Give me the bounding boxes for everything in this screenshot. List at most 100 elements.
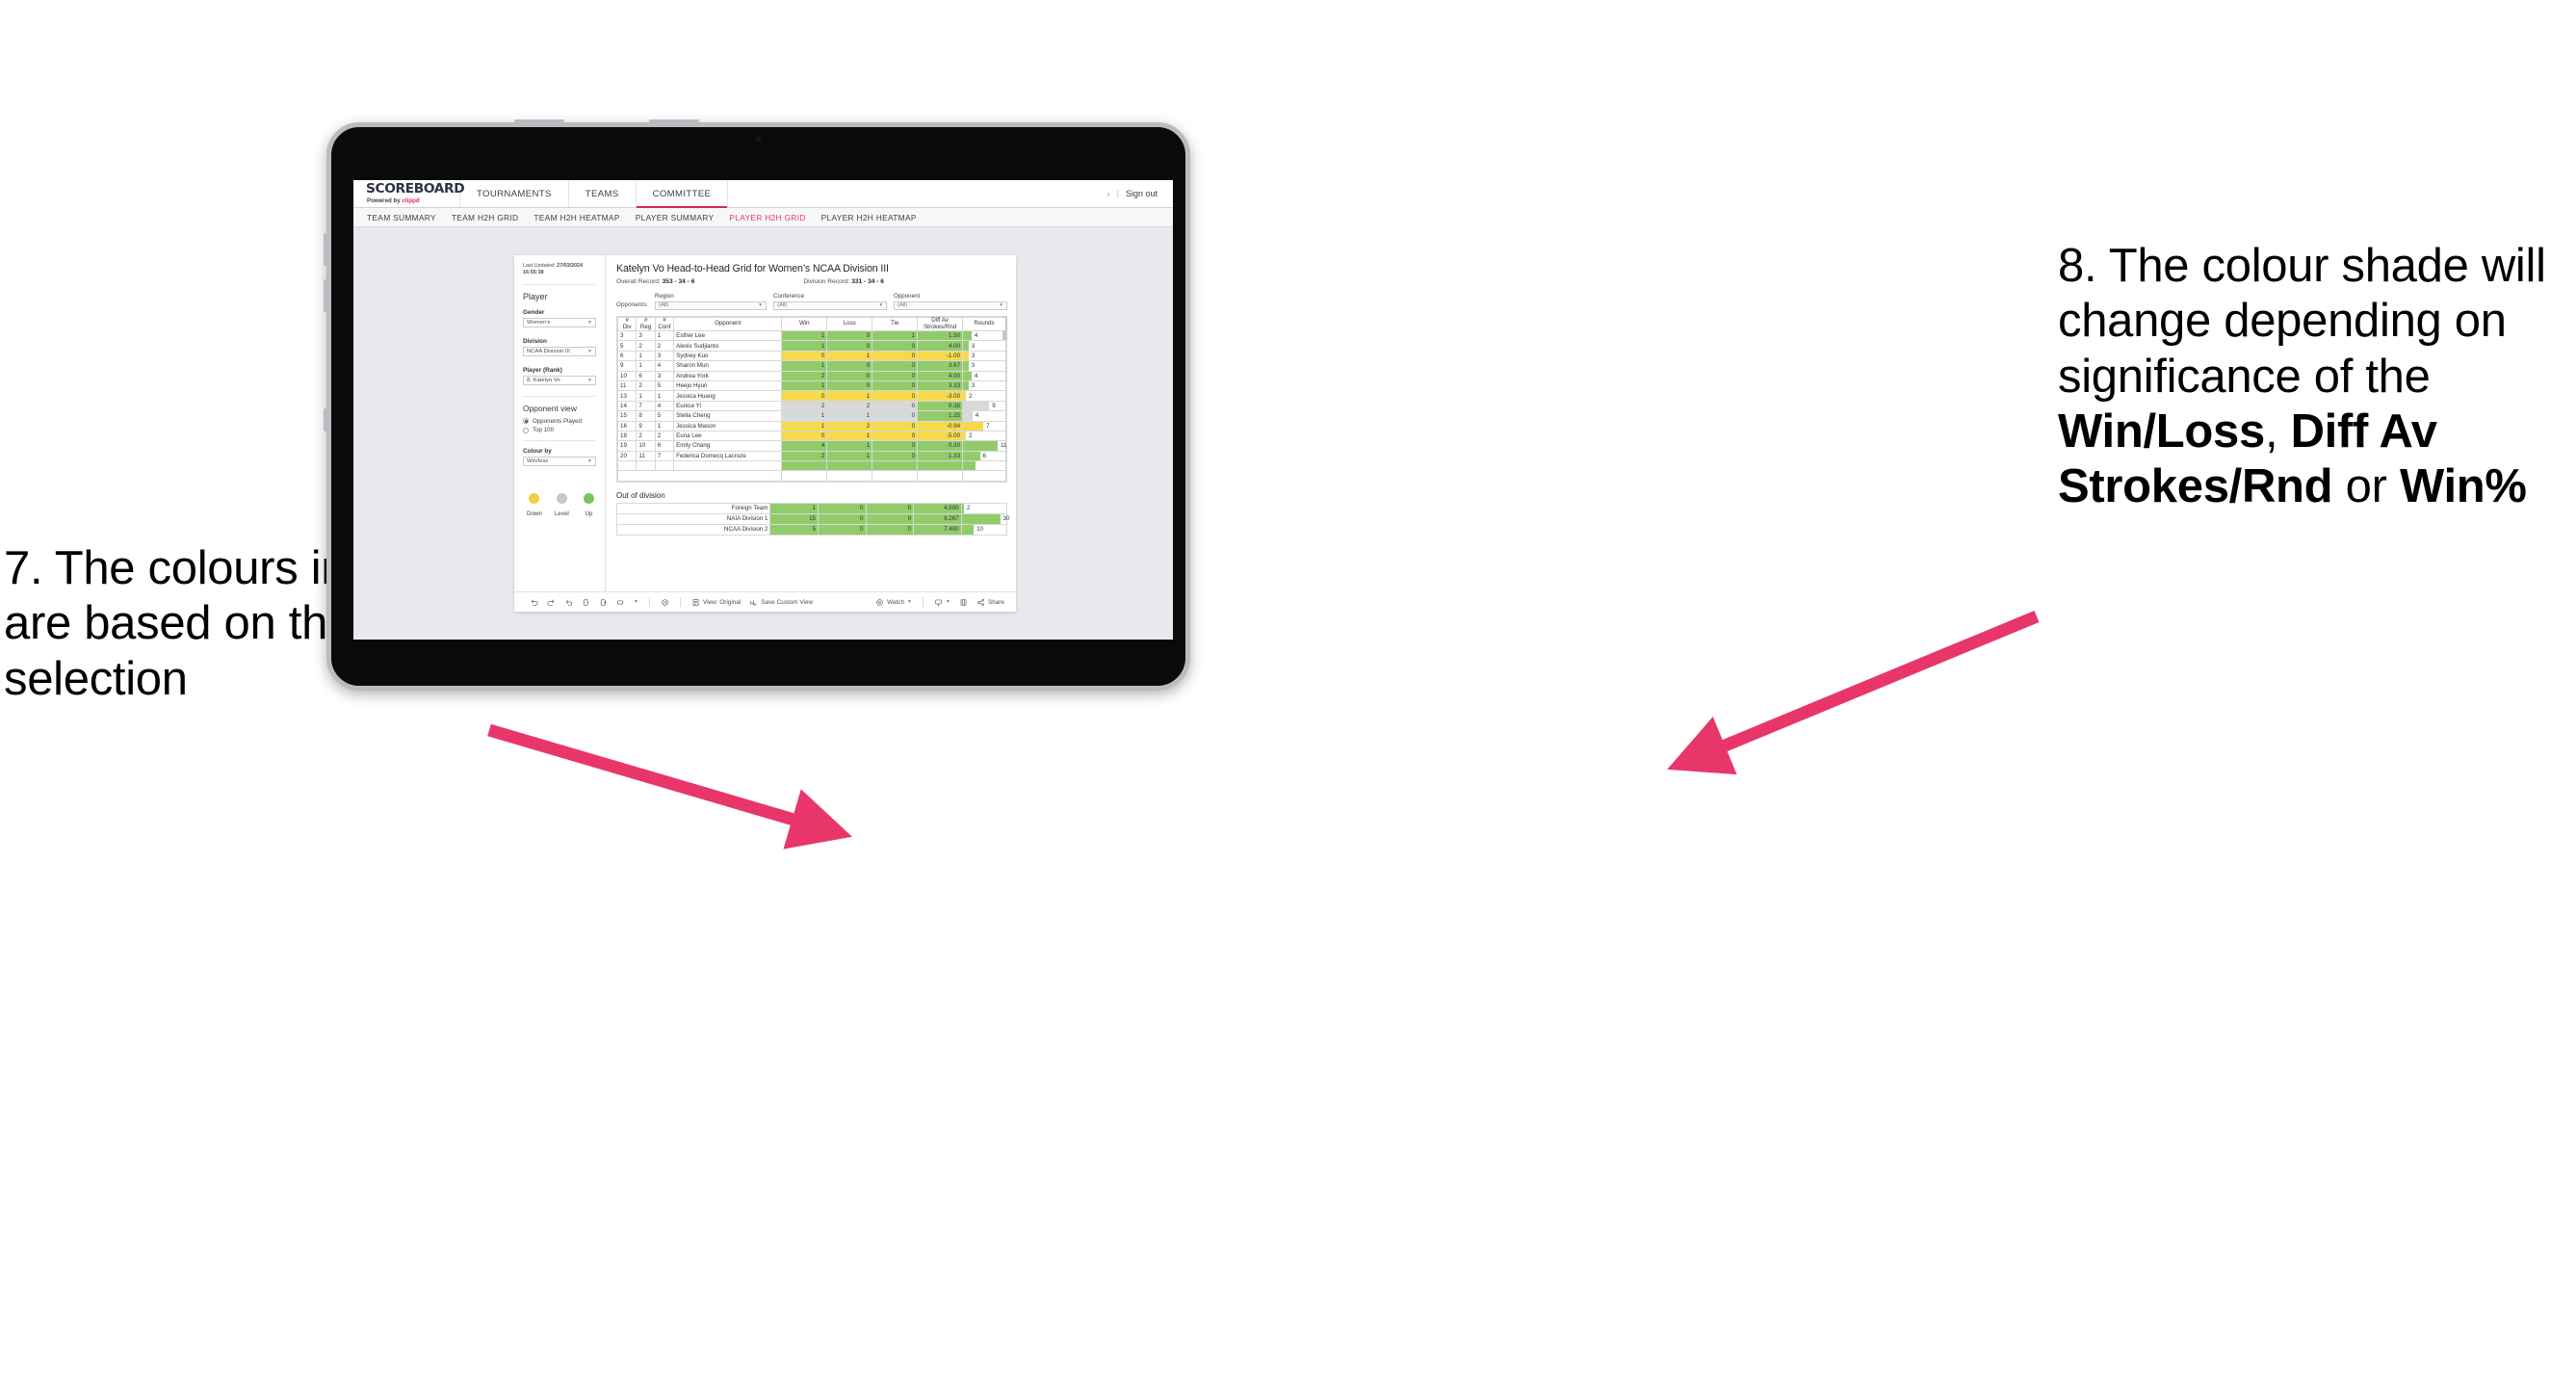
volume-up-button[interactable] (324, 233, 327, 266)
out-of-division-row[interactable]: Foreign Team 1 0 0 4.500 2 (615, 502, 1008, 514)
watch-button[interactable]: Watch ▼ (875, 598, 912, 607)
cell-div: 16 (616, 420, 637, 431)
gender-select[interactable]: Women’s ▼ (523, 317, 596, 327)
nav-tab-tournaments[interactable]: TOURNAMENTS (460, 180, 569, 207)
cell-reg: 1 (636, 390, 656, 402)
table-row[interactable]: 19 10 6 Emily Chang 4 1 0 0.30 11 (616, 440, 1007, 452)
cell-win: 1 (781, 420, 828, 431)
sign-out-link[interactable]: Sign out (1126, 189, 1158, 198)
share-button[interactable]: Share (976, 598, 1004, 607)
opponent-select[interactable]: (All) ▼ (894, 301, 1008, 310)
cell-rounds: 3 (962, 360, 1006, 372)
cell-loss: 0 (826, 329, 873, 342)
volume-down-button[interactable] (324, 279, 327, 312)
player-rank-select[interactable]: 8. Katelyn Vo ▼ (523, 375, 596, 385)
gender-select-value: Women’s (527, 319, 551, 326)
gender-filter-group: Gender Women’s ▼ (523, 309, 596, 327)
save-custom-view-button[interactable]: Save Custom View (749, 598, 813, 607)
table-row[interactable]: 18 2 2 Euna Lee 0 1 0 -5.00 2 (616, 430, 1006, 442)
colour-by-value: Win/loss (527, 458, 549, 465)
opponent-view-heading: Opponent view (523, 403, 577, 413)
cell-tie: 0 (872, 450, 919, 462)
radio-opponents-played[interactable]: Opponents Played (523, 418, 596, 425)
fullscreen-icon[interactable] (959, 598, 968, 607)
colour-by-select[interactable]: Win/loss ▼ (523, 457, 596, 467)
table-row[interactable]: 14 7 4 Eunice Yi 2 2 0 0.38 9 (616, 400, 1006, 412)
subnav-team-h2h-grid[interactable]: TEAM H2H GRID (452, 213, 534, 222)
cell-ood-loss: 0 (817, 502, 867, 514)
legend-dot-down (529, 493, 540, 505)
revert-icon[interactable] (564, 598, 573, 607)
table-row[interactable]: 10 6 3 Andrea York 2 0 0 4.00 4 (616, 370, 1006, 381)
cell-win: 0 (781, 430, 828, 442)
cell-reg: 2 (636, 379, 656, 392)
player-section-heading: Player (523, 291, 548, 301)
out-of-division-row[interactable]: NAIA Division 1 15 0 0 9.267 30 (615, 512, 1009, 525)
cell-rounds: 4 (962, 370, 1006, 381)
power-button[interactable] (324, 408, 327, 431)
col-header-win: Win (781, 317, 828, 331)
refresh-icon[interactable] (582, 598, 590, 607)
cell-opponent: Emily Chang (673, 440, 783, 452)
legend-item-up: Up (582, 493, 596, 517)
cell-conf: 1 (654, 329, 675, 342)
radio-top-100[interactable]: Top 100 (523, 427, 596, 433)
table-row[interactable]: 15 8 5 Stella Cheng 1 1 0 1.25 4 (616, 410, 1006, 422)
region-select[interactable]: (All) ▼ (655, 301, 768, 310)
cell-rounds: 2 (962, 390, 1006, 402)
table-row[interactable]: 5 2 2 Alexis Sudjianto 1 0 0 4.00 3 (616, 340, 1006, 352)
subnav-player-h2h-heatmap[interactable]: PLAYER H2H HEATMAP (821, 213, 932, 222)
download-button[interactable]: ▼ (934, 598, 950, 607)
device-layout-icon[interactable] (616, 598, 625, 607)
table-row[interactable]: 11 2 5 Heejo Hyun 1 0 0 3.33 3 (616, 379, 1006, 392)
pause-refresh-icon[interactable] (661, 598, 669, 607)
chevron-down-icon: ▼ (587, 377, 592, 383)
nav-tab-teams[interactable]: TEAMS (569, 180, 637, 207)
table-row[interactable]: 16 9 1 Jessica Mason 1 2 0 -0.94 7 (616, 420, 1006, 431)
toolbar-right-group: Watch ▼ ▼ Share (875, 597, 1016, 607)
view-icon (691, 598, 700, 607)
share-label: Share (987, 598, 1004, 606)
last-updated: Last Updated: 27/03/2024 16:55:38 (523, 263, 596, 277)
cell-loss: 1 (826, 410, 873, 422)
conference-select[interactable]: (All) ▼ (773, 301, 888, 310)
subnav-player-summary[interactable]: PLAYER SUMMARY (636, 213, 730, 222)
chevron-down-icon[interactable]: ▼ (634, 599, 638, 605)
cell-rounds: 3 (962, 350, 1006, 362)
brand-logo[interactable]: SCOREBOARD Powered by clippd (353, 180, 465, 207)
table-row[interactable]: 3 3 1 Esther Lee 1 0 1 1.50 4 (616, 329, 1006, 342)
view-original-button[interactable]: View: Original (691, 598, 741, 607)
division-select[interactable]: NCAA Division III ▼ (523, 346, 596, 356)
col-div-l2: Div (622, 323, 632, 330)
chevron-right-icon[interactable]: › (1107, 189, 1110, 198)
table-row[interactable]: 9 1 4 Sharon Mun 1 0 0 3.67 3 (616, 360, 1006, 372)
subnav-player-h2h-grid[interactable]: PLAYER H2H GRID (729, 213, 820, 222)
subnav-team-summary[interactable]: TEAM SUMMARY (367, 213, 452, 222)
table-row[interactable]: 6 1 3 Sydney Kuo 0 1 0 -1.00 3 (616, 350, 1006, 362)
cell-win: 4 (781, 440, 828, 452)
redo-icon[interactable] (547, 598, 556, 607)
cell-loss: 0 (826, 340, 873, 352)
subnav-team-h2h-heatmap[interactable]: TEAM H2H HEATMAP (533, 213, 635, 222)
cell-ood-loss: 0 (817, 512, 867, 525)
col-header-rounds: Rounds (962, 317, 1006, 331)
region-filter-label: Region (655, 293, 674, 300)
colour-legend: Down Level Up (523, 493, 596, 517)
opponent-filter-group: Opponent (All) ▼ (894, 293, 1008, 310)
nav-tab-committee[interactable]: COMMITTEE (636, 180, 729, 208)
pause-auto-update-icon[interactable] (599, 598, 608, 607)
watch-icon (875, 598, 884, 607)
undo-icon[interactable] (530, 598, 538, 607)
cell-ood-diff: 4.500 (913, 502, 962, 514)
page-title: Katelyn Vo Head-to-Head Grid for Women’s… (616, 263, 889, 275)
table-row[interactable]: 20 11 7 Federica Domecq Lacroze 2 1 0 1.33 6 (616, 450, 1006, 462)
out-of-division-row[interactable]: NCAA Division 2 5 0 0 7.400 10 (615, 523, 1008, 536)
out-of-division-body: Foreign Team 1 0 0 4.500 2 NAIA Division 1 15 0 0… (615, 502, 1009, 536)
table-row[interactable]: 13 1 1 Jessica Huang 0 1 0 -3.00 2 (616, 390, 1006, 402)
primary-nav: TOURNAMENTS TEAMS COMMITTEE (460, 180, 729, 208)
header-right-controls: › | Sign out (1107, 180, 1173, 207)
division-record: Division Record: 331 - 34 - 6 (803, 278, 884, 285)
cell-div: 10 (616, 370, 637, 381)
h2h-grid-table: # Div # Reg # Conf Opponent Win Loss Tie… (616, 317, 1007, 482)
cell-loss: 1 (826, 430, 873, 442)
